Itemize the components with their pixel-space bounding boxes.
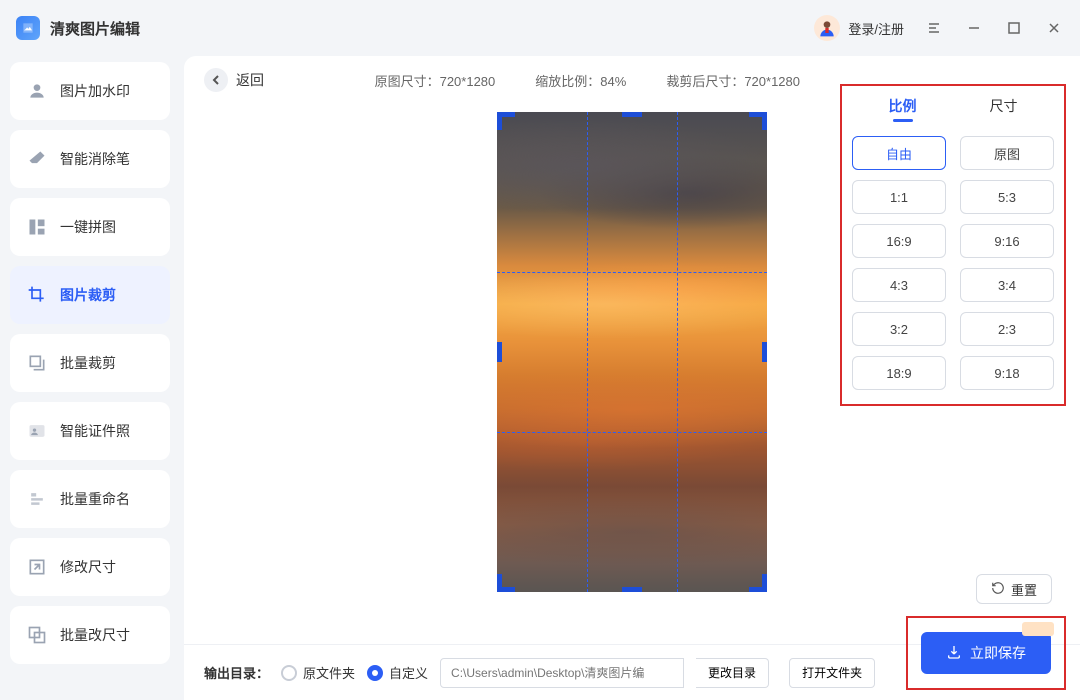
tab-size[interactable]: 尺寸 (990, 96, 1018, 122)
save-area: 立即保存 (906, 616, 1066, 690)
sidebar-item-id-photo[interactable]: 智能证件照 (10, 402, 170, 460)
save-badge (1022, 622, 1054, 636)
crop-icon (26, 284, 48, 306)
radio-label: 原文件夹 (303, 663, 355, 682)
crop-handle-l[interactable] (497, 342, 502, 362)
rename-icon (26, 488, 48, 510)
sidebar-item-label: 图片裁剪 (60, 285, 116, 305)
chevron-left-icon (204, 68, 228, 92)
avatar-icon (814, 15, 840, 41)
radio-icon (281, 665, 297, 681)
ratio-3-2[interactable]: 3:2 (852, 312, 946, 346)
ratio-9-18[interactable]: 9:18 (960, 356, 1054, 390)
sidebar-item-rename[interactable]: 批量重命名 (10, 470, 170, 528)
id-icon (26, 420, 48, 442)
radio-checked-icon (367, 665, 383, 681)
crop-size-info: 裁剪后尺寸：720*1280 (666, 71, 800, 90)
workspace: 返回 原图尺寸：720*1280 缩放比例：84% 裁剪后尺寸：720*1280 (184, 56, 1080, 700)
ratio-16-9[interactable]: 16:9 (852, 224, 946, 258)
crop-overlay[interactable] (497, 112, 767, 592)
output-path-input[interactable] (440, 658, 684, 688)
radio-original-folder[interactable]: 原文件夹 (281, 663, 355, 682)
titlebar: 清爽图片编辑 登录/注册 (0, 0, 1080, 56)
radio-label: 自定义 (389, 663, 428, 682)
crop-handle-t[interactable] (622, 112, 642, 117)
ratio-5-3[interactable]: 5:3 (960, 180, 1054, 214)
sidebar-item-crop[interactable]: 图片裁剪 (10, 266, 170, 324)
sidebar: 图片加水印 智能消除笔 一键拼图 图片裁剪 批量裁剪 智能证件照 批量重命名 修… (0, 56, 180, 700)
sidebar-item-label: 智能证件照 (60, 421, 130, 441)
close-icon[interactable] (1044, 18, 1064, 38)
sidebar-item-label: 智能消除笔 (60, 149, 130, 169)
ratio-4-3[interactable]: 4:3 (852, 268, 946, 302)
batch-crop-icon (26, 352, 48, 374)
tab-ratio[interactable]: 比例 (889, 96, 917, 122)
save-label: 立即保存 (970, 643, 1026, 663)
sidebar-item-label: 批量裁剪 (60, 353, 116, 373)
sidebar-item-label: 修改尺寸 (60, 557, 116, 577)
maximize-icon[interactable] (1004, 18, 1024, 38)
open-dir-button[interactable]: 打开文件夹 (789, 658, 875, 688)
save-button[interactable]: 立即保存 (921, 632, 1051, 674)
radio-custom-folder[interactable]: 自定义 (367, 663, 428, 682)
output-dir-label: 输出目录： (204, 663, 269, 682)
reset-button[interactable]: 重置 (976, 574, 1052, 604)
download-icon (946, 644, 962, 663)
crop-handle-b[interactable] (622, 587, 642, 592)
resize-icon (26, 556, 48, 578)
menu-icon[interactable] (924, 18, 944, 38)
change-dir-button[interactable]: 更改目录 (696, 658, 769, 688)
sidebar-item-batch-crop[interactable]: 批量裁剪 (10, 334, 170, 392)
batch-resize-icon (26, 624, 48, 646)
grid-icon (26, 216, 48, 238)
sidebar-item-collage[interactable]: 一键拼图 (10, 198, 170, 256)
sidebar-item-label: 一键拼图 (60, 217, 116, 237)
user-icon (26, 80, 48, 102)
sidebar-item-label: 批量重命名 (60, 489, 130, 509)
login-label: 登录/注册 (848, 19, 904, 38)
back-button[interactable]: 返回 (204, 68, 264, 92)
ratio-18-9[interactable]: 18:9 (852, 356, 946, 390)
ratio-original[interactable]: 原图 (960, 136, 1054, 170)
sidebar-item-resize[interactable]: 修改尺寸 (10, 538, 170, 596)
reset-label: 重置 (1011, 580, 1037, 599)
app-title: 清爽图片编辑 (50, 18, 140, 39)
sidebar-item-label: 批量改尺寸 (60, 625, 130, 645)
back-label: 返回 (236, 70, 264, 90)
sidebar-item-eraser[interactable]: 智能消除笔 (10, 130, 170, 188)
crop-handle-r[interactable] (762, 342, 767, 362)
ratio-3-4[interactable]: 3:4 (960, 268, 1054, 302)
ratio-1-1[interactable]: 1:1 (852, 180, 946, 214)
ratio-2-3[interactable]: 2:3 (960, 312, 1054, 346)
crop-stage[interactable] (497, 112, 767, 592)
ratio-9-16[interactable]: 9:16 (960, 224, 1054, 258)
refresh-icon (991, 581, 1005, 598)
sidebar-item-label: 图片加水印 (60, 81, 130, 101)
zoom-info: 缩放比例：84% (535, 71, 626, 90)
minimize-icon[interactable] (964, 18, 984, 38)
sidebar-item-batch-resize[interactable]: 批量改尺寸 (10, 606, 170, 664)
login-button[interactable]: 登录/注册 (814, 15, 904, 41)
app-logo (16, 16, 40, 40)
ratio-panel: 比例 尺寸 自由 原图 1:1 5:3 16:9 9:16 4:3 3:4 3:… (840, 84, 1066, 406)
original-size-info: 原图尺寸：720*1280 (375, 71, 496, 90)
eraser-icon (26, 148, 48, 170)
sidebar-item-watermark[interactable]: 图片加水印 (10, 62, 170, 120)
ratio-free[interactable]: 自由 (852, 136, 946, 170)
